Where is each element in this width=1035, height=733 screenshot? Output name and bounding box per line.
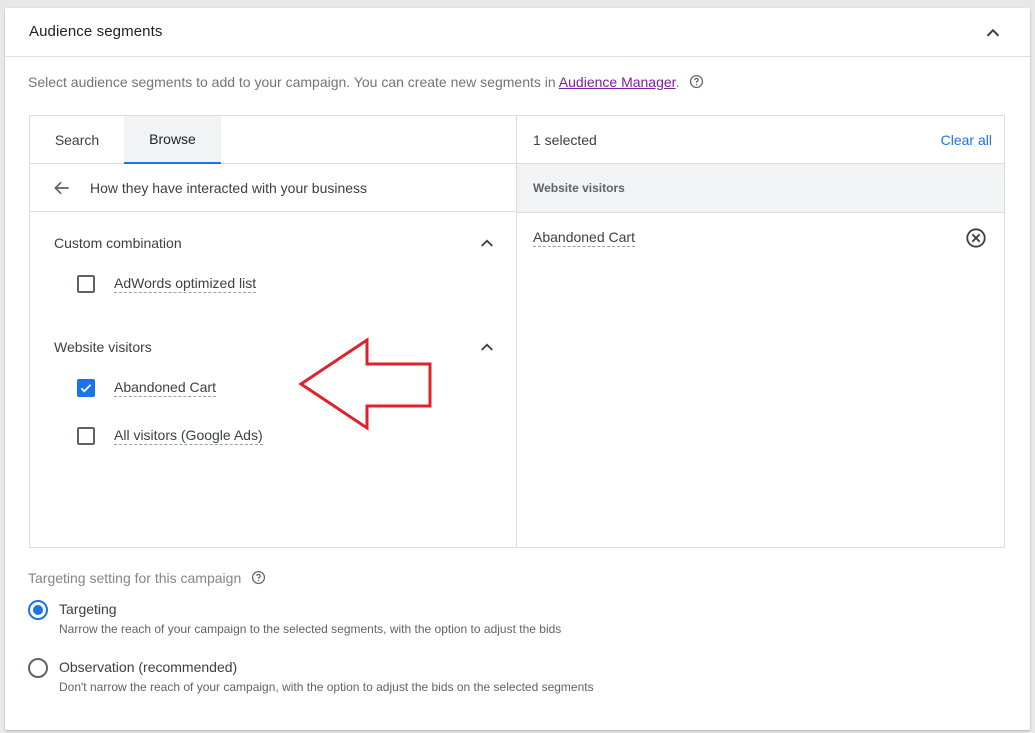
back-arrow-icon[interactable]	[52, 178, 72, 198]
targeting-label-text: Targeting setting for this campaign	[28, 570, 242, 586]
selected-pane: 1 selected Clear all Website visitors Ab…	[517, 116, 1004, 547]
intro-sentence: Select audience segments to add to your …	[28, 74, 559, 90]
chevron-up-icon[interactable]	[478, 234, 496, 252]
browse-pane: Search Browse How they have interacted w…	[30, 116, 517, 547]
help-icon[interactable]	[689, 74, 704, 89]
tab-bar: Search Browse	[30, 116, 516, 164]
option-abandoned-cart[interactable]: Abandoned Cart	[77, 378, 216, 398]
tab-search[interactable]: Search	[30, 116, 124, 164]
chevron-up-icon[interactable]	[982, 22, 1004, 44]
card-header[interactable]: Audience segments	[5, 8, 1030, 57]
checkbox-icon[interactable]	[77, 275, 95, 293]
option-label: All visitors (Google Ads)	[114, 427, 263, 445]
radio-title: Targeting	[59, 601, 117, 617]
radio-selected-icon[interactable]	[28, 600, 48, 620]
intro-suffix: .	[675, 74, 680, 90]
selected-header: 1 selected Clear all	[517, 116, 1004, 164]
intro-text: Select audience segments to add to your …	[28, 74, 704, 91]
radio-description: Don't narrow the reach of your campaign,…	[59, 680, 594, 694]
audience-segments-card: Audience segments Select audience segmen…	[5, 8, 1030, 730]
selected-item-abandoned-cart: Abandoned Cart	[533, 229, 635, 247]
clear-all-button[interactable]: Clear all	[941, 132, 992, 148]
selected-group-header: Website visitors	[517, 164, 1004, 213]
option-adwords-optimized-list[interactable]: AdWords optimized list	[77, 274, 257, 294]
option-label: AdWords optimized list	[114, 275, 257, 293]
segment-picker: Search Browse How they have interacted w…	[29, 115, 1005, 548]
chevron-up-icon[interactable]	[478, 338, 496, 356]
option-all-visitors[interactable]: All visitors (Google Ads)	[77, 426, 263, 446]
selected-count: 1 selected	[533, 132, 597, 148]
group-title-custom-combination: Custom combination	[54, 235, 182, 251]
checkbox-icon[interactable]	[77, 427, 95, 445]
breadcrumb-text: How they have interacted with your busin…	[90, 180, 368, 196]
remove-circle-icon[interactable]	[965, 227, 987, 249]
selected-group-label: Website visitors	[533, 181, 625, 195]
tab-browse[interactable]: Browse	[124, 116, 221, 164]
help-icon[interactable]	[251, 570, 266, 585]
audience-manager-link[interactable]: Audience Manager	[559, 74, 676, 90]
targeting-setting-label: Targeting setting for this campaign	[28, 570, 266, 587]
option-label: Abandoned Cart	[114, 379, 216, 397]
checkbox-checked-icon[interactable]	[77, 379, 95, 397]
radio-icon[interactable]	[28, 658, 48, 678]
card-title: Audience segments	[29, 23, 163, 40]
radio-description: Narrow the reach of your campaign to the…	[59, 622, 562, 636]
group-title-website-visitors: Website visitors	[54, 339, 152, 355]
radio-title: Observation (recommended)	[59, 659, 238, 675]
breadcrumb: How they have interacted with your busin…	[30, 164, 516, 212]
